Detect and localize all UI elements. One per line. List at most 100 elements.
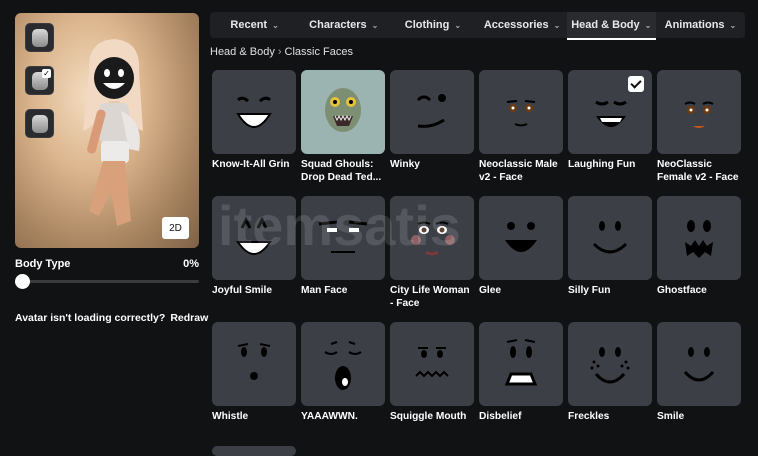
item-card[interactable]: YAAAWWN.: [301, 322, 385, 423]
item-name: Smile: [657, 411, 685, 422]
chevron-down-icon: ⌄: [553, 20, 561, 30]
equipped-check-icon[interactable]: [628, 76, 644, 92]
item-card[interactable]: Freckles: [568, 322, 652, 423]
tab-label: Recent: [230, 19, 268, 31]
item-card-partial[interactable]: [212, 446, 296, 456]
head-grey-icon: [31, 28, 48, 47]
item-card[interactable]: Squiggle Mouth: [390, 322, 474, 423]
body-type-slider-track[interactable]: [15, 280, 199, 283]
item-card[interactable]: Smile: [657, 322, 741, 423]
tab-recent[interactable]: Recent ⌄: [210, 12, 299, 38]
glee-face-icon: [505, 222, 537, 252]
tab-accessories[interactable]: Accessories ⌄: [478, 12, 567, 38]
check-icon: ✓: [42, 69, 51, 78]
yawn-face-icon: [324, 341, 362, 390]
item-card[interactable]: Disbelief: [479, 322, 563, 423]
tab-clothing[interactable]: Clothing ⌄: [388, 12, 477, 38]
redraw-link[interactable]: Redraw: [170, 312, 208, 324]
tab-head-and-body[interactable]: Head & Body ⌄: [566, 12, 657, 40]
avatar-preview[interactable]: ✓ 2D: [15, 13, 199, 248]
item-thumbnail[interactable]: [657, 322, 741, 406]
item-card[interactable]: Squad Ghouls: Drop Dead Ted...: [301, 70, 385, 184]
tab-animations[interactable]: Animations ⌄: [656, 12, 745, 38]
item-name: Squiggle Mouth: [390, 411, 467, 422]
breadcrumb: Head & Body › Classic Faces: [210, 46, 353, 58]
silly-face-icon: [592, 221, 628, 254]
item-name: Silly Fun: [568, 285, 611, 296]
loading-message-text: Avatar isn't loading correctly?: [15, 312, 166, 324]
avatar-figure: [83, 39, 143, 226]
tab-label: Accessories: [483, 19, 549, 31]
item-card[interactable]: Laughing Fun: [568, 70, 652, 171]
avatar-sidebar: ✓ 2D Body Type 0% Avatar isn't loading c…: [0, 0, 210, 450]
item-card[interactable]: NeoClassic Female v2 - Face: [657, 70, 741, 184]
item-card[interactable]: Man Face: [301, 196, 385, 297]
body-type-value: 0%: [183, 258, 199, 270]
chevron-down-icon: ⌄: [371, 20, 379, 30]
chevron-right-icon: ›: [277, 46, 282, 58]
item-thumbnail[interactable]: [301, 196, 385, 280]
ghost-face-icon: [685, 220, 713, 258]
item-thumbnail[interactable]: [568, 196, 652, 280]
item-thumbnail[interactable]: [212, 322, 296, 406]
chevron-down-icon: ⌄: [729, 20, 737, 30]
tab-label: Clothing: [404, 19, 450, 31]
breadcrumb-current: Classic Faces: [284, 46, 353, 58]
joyful-face-icon: [236, 216, 272, 255]
disbelief-face-icon: [504, 339, 538, 386]
item-thumbnail[interactable]: [390, 196, 474, 280]
breadcrumb-parent[interactable]: Head & Body: [210, 46, 275, 58]
item-thumbnail[interactable]: [657, 70, 741, 154]
item-name: Man Face: [301, 285, 348, 296]
item-thumbnail[interactable]: [301, 322, 385, 406]
item-card[interactable]: City Life Woman - Face: [390, 196, 474, 310]
item-thumbnail[interactable]: [390, 322, 474, 406]
tab-characters[interactable]: Characters ⌄: [299, 12, 388, 38]
winky-face-icon: [416, 94, 446, 128]
item-thumbnail[interactable]: [568, 70, 652, 154]
item-name: NeoClassic Female v2 - Face: [657, 159, 739, 183]
item-thumbnail[interactable]: [657, 196, 741, 280]
item-thumbnail[interactable]: [390, 70, 474, 154]
item-thumbnail[interactable]: [479, 322, 563, 406]
grin-face-icon: [236, 96, 272, 128]
item-name: Squad Ghouls: Drop Dead Ted...: [301, 159, 382, 183]
item-thumbnail[interactable]: [479, 196, 563, 280]
category-tabs: Recent ⌄ Characters ⌄ Clothing ⌄ Accessorie…: [210, 12, 745, 40]
item-card[interactable]: Know-It-All Grin: [212, 70, 296, 171]
body-type-label: Body Type: [15, 258, 71, 270]
item-name: Glee: [479, 285, 502, 296]
item-name: Freckles: [568, 411, 610, 422]
item-card[interactable]: Winky: [390, 70, 474, 171]
tab-label: Head & Body: [571, 19, 640, 31]
item-card[interactable]: Glee: [479, 196, 563, 297]
citywoman-face-icon: [411, 221, 455, 256]
view-button-face[interactable]: ✓: [25, 66, 54, 95]
body-type-slider-thumb[interactable]: [15, 274, 30, 289]
item-name: Know-It-All Grin: [212, 159, 290, 170]
tab-label: Characters: [309, 19, 367, 31]
item-thumbnail[interactable]: [212, 70, 296, 154]
tab-label: Animations: [664, 19, 725, 31]
item-card[interactable]: Ghostface: [657, 196, 741, 297]
man-face-icon: [318, 220, 368, 253]
item-card[interactable]: Silly Fun: [568, 196, 652, 297]
item-name: Winky: [390, 159, 420, 170]
chevron-down-icon: ⌄: [272, 20, 279, 30]
item-name: Ghostface: [657, 285, 707, 296]
item-card[interactable]: Joyful Smile: [212, 196, 296, 297]
item-card[interactable]: Neoclassic Male v2 - Face: [479, 70, 563, 184]
ghoul-face-icon: [301, 70, 385, 154]
item-thumbnail[interactable]: [301, 70, 385, 154]
item-name: Disbelief: [479, 411, 522, 422]
item-thumbnail[interactable]: [568, 322, 652, 406]
2d-toggle-button[interactable]: 2D: [162, 217, 189, 239]
item-thumbnail[interactable]: [479, 70, 563, 154]
item-thumbnail[interactable]: [212, 196, 296, 280]
item-name: Joyful Smile: [212, 285, 273, 296]
item-card[interactable]: Whistle: [212, 322, 296, 423]
view-button-default[interactable]: [25, 23, 54, 52]
smile-face-icon: [683, 347, 715, 382]
view-button-smile[interactable]: [25, 109, 54, 138]
loading-message: Avatar isn't loading correctly? Redraw: [15, 312, 208, 324]
